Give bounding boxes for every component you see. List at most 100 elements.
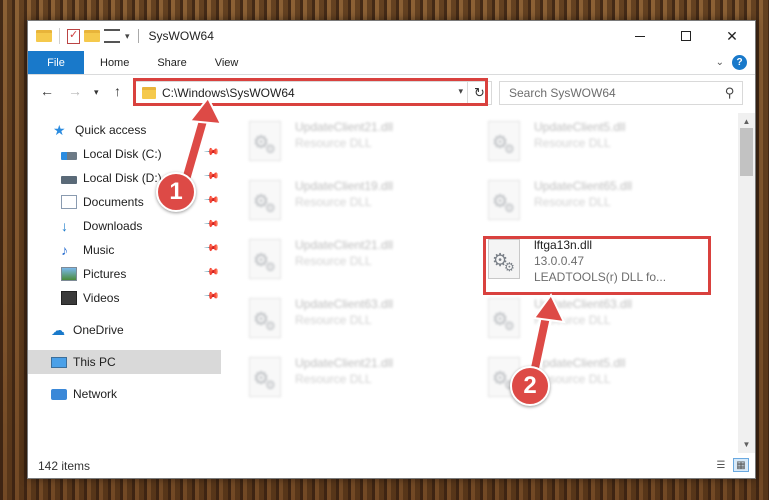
search-icon[interactable]: ⚲: [725, 85, 735, 101]
navigation-pane: ★ Quick access Local Disk (C:) 📌 Local D…: [28, 113, 221, 453]
tab-home[interactable]: Home: [84, 51, 143, 74]
tab-share[interactable]: Share: [143, 51, 200, 74]
tab-view[interactable]: View: [201, 51, 253, 74]
maximize-icon: [681, 31, 691, 41]
divider: [137, 29, 139, 43]
downloads-icon: ↓: [61, 218, 68, 234]
dll-file-icon: [249, 121, 281, 161]
pin-icon[interactable]: 📌: [202, 144, 219, 161]
videos-icon: [61, 291, 77, 305]
file-type: Resource DLL: [295, 313, 372, 327]
file-item[interactable]: UpdateClient63.dll Resource DLL: [482, 294, 702, 346]
item-count: 142 items: [38, 459, 91, 473]
pin-icon[interactable]: 📌: [202, 288, 219, 305]
maximize-button[interactable]: [663, 21, 709, 51]
file-type: Resource DLL: [295, 372, 372, 386]
nav-item-this-pc[interactable]: This PC: [28, 350, 221, 374]
forward-arrow-icon[interactable]: →: [68, 83, 82, 99]
file-description: LEADTOOLS(r) DLL fo...: [534, 270, 667, 284]
details-view-icon[interactable]: ☰: [713, 458, 729, 472]
ribbon-controls: ⌄ ?: [716, 51, 755, 74]
tab-file[interactable]: File: [28, 51, 84, 74]
file-item[interactable]: UpdateClient21.dll Resource DLL: [243, 117, 463, 169]
ribbon-tabs: File Home Share View ⌄ ?: [28, 51, 755, 75]
chevron-down-icon[interactable]: ▾: [125, 31, 130, 42]
new-folder-icon[interactable]: [84, 30, 100, 42]
close-button[interactable]: ✕: [709, 21, 755, 51]
nav-item-label: Local Disk (D:): [83, 171, 162, 185]
nav-item-label: Documents: [83, 195, 144, 209]
status-bar: 142 items ☰ ▦: [28, 454, 755, 478]
pin-icon[interactable]: 📌: [202, 240, 219, 257]
dll-file-icon: [488, 121, 520, 161]
file-type: Resource DLL: [295, 136, 372, 150]
file-item[interactable]: UpdateClient21.dll Resource DLL: [243, 235, 463, 287]
customize-view-icon[interactable]: [104, 29, 120, 43]
recent-locations-icon[interactable]: ▾: [94, 87, 99, 98]
window-title: SysWOW64: [148, 29, 214, 43]
nav-item-label: Network: [73, 387, 118, 401]
pin-icon[interactable]: 📌: [202, 216, 219, 233]
file-name: UpdateClient21.dll: [295, 120, 394, 134]
nav-item-local-disk-c[interactable]: Local Disk (C:) 📌: [28, 142, 221, 166]
file-item[interactable]: UpdateClient19.dll Resource DLL: [243, 176, 463, 228]
nav-item-quick-access[interactable]: ★ Quick access: [28, 118, 221, 142]
nav-item-videos[interactable]: Videos 📌: [28, 286, 221, 310]
close-icon: ✕: [726, 27, 738, 44]
file-item[interactable]: UpdateClient65.dll Resource DLL: [482, 176, 702, 228]
nav-item-downloads[interactable]: ↓ Downloads 📌: [28, 214, 221, 238]
step-2-badge: 2: [510, 366, 550, 406]
file-name: UpdateClient5.dll: [534, 356, 626, 370]
chevron-down-icon[interactable]: ▾: [458, 86, 463, 97]
nav-item-label: Videos: [83, 291, 120, 305]
scroll-down-icon[interactable]: ▼: [738, 436, 755, 453]
minimize-button[interactable]: [617, 21, 663, 51]
search-input[interactable]: Search SysWOW64 ⚲: [499, 81, 743, 105]
back-arrow-icon[interactable]: ←: [40, 83, 54, 99]
title-bar: ▾ SysWOW64 ✕: [28, 21, 755, 51]
file-item[interactable]: UpdateClient5.dll Resource DLL: [482, 117, 702, 169]
properties-icon[interactable]: [67, 28, 80, 44]
nav-item-label: This PC: [73, 355, 116, 369]
nav-item-pictures[interactable]: Pictures 📌: [28, 262, 221, 286]
onedrive-icon: ☁: [51, 322, 65, 338]
help-icon[interactable]: ?: [732, 55, 747, 70]
file-list: UpdateClient21.dll Resource DLL UpdateCli…: [221, 113, 741, 453]
vertical-scrollbar[interactable]: ▲ ▼: [738, 113, 755, 453]
minimize-icon: [635, 35, 645, 37]
address-path[interactable]: C:\Windows\SysWOW64: [162, 86, 295, 100]
star-icon: ★: [53, 122, 66, 138]
file-item[interactable]: UpdateClient63.dll Resource DLL: [243, 294, 463, 346]
this-pc-icon: [51, 356, 67, 368]
folder-icon: [36, 30, 52, 42]
refresh-icon[interactable]: ↻: [467, 82, 491, 104]
large-icons-view-icon[interactable]: ▦: [733, 458, 749, 472]
file-name: UpdateClient21.dll: [295, 238, 394, 252]
pin-icon[interactable]: 📌: [202, 168, 219, 185]
documents-icon: [61, 195, 77, 209]
pin-icon[interactable]: 📌: [202, 264, 219, 281]
up-arrow-icon[interactable]: ↑: [114, 83, 121, 99]
file-type: Resource DLL: [295, 195, 372, 209]
dll-file-icon: [488, 239, 520, 279]
nav-item-onedrive[interactable]: ☁ OneDrive: [28, 318, 221, 342]
nav-item-network[interactable]: Network: [28, 382, 221, 406]
file-name: UpdateClient21.dll: [295, 356, 394, 370]
file-name: UpdateClient63.dll: [534, 297, 633, 311]
file-item-lftga13n[interactable]: lftga13n.dll 13.0.0.47 LEADTOOLS(r) DLL …: [482, 235, 702, 287]
search-placeholder: Search SysWOW64: [509, 86, 616, 100]
pin-icon[interactable]: 📌: [202, 192, 219, 209]
address-bar[interactable]: C:\Windows\SysWOW64 ▾ ↻: [135, 81, 492, 105]
chevron-up-icon[interactable]: ⌄: [716, 57, 724, 68]
nav-item-label: Music: [83, 243, 115, 257]
nav-item-music[interactable]: ♪ Music 📌: [28, 238, 221, 262]
nav-item-label: Quick access: [75, 123, 147, 137]
pictures-icon: [61, 267, 77, 281]
scrollbar-thumb[interactable]: [740, 128, 753, 176]
drive-c-icon: [61, 152, 77, 160]
folder-icon: [142, 87, 156, 99]
file-item[interactable]: UpdateClient21.dll Resource DLL: [243, 353, 463, 405]
music-icon: ♪: [61, 242, 68, 258]
nav-item-label: Downloads: [83, 219, 143, 233]
file-type: Resource DLL: [534, 313, 611, 327]
